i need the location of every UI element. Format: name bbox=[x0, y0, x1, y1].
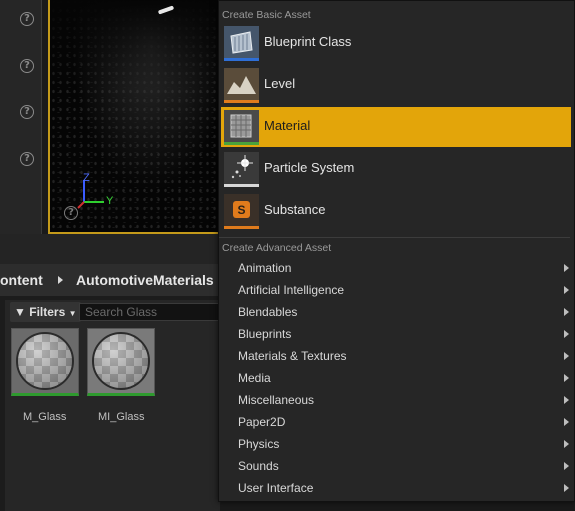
menu-item-level[interactable]: Level bbox=[221, 65, 571, 105]
menu-item-particle-system[interactable]: Particle System bbox=[221, 149, 571, 189]
submenu-arrow-icon bbox=[564, 462, 569, 470]
filters-button[interactable]: ▼ Filters ▼ bbox=[10, 302, 81, 322]
chevron-down-icon: ▼ bbox=[68, 309, 77, 318]
submenu-arrow-icon bbox=[564, 352, 569, 360]
menu-item-label: Materials & Textures bbox=[238, 349, 347, 363]
menu-item-user-interface[interactable]: User Interface bbox=[221, 477, 571, 499]
axis-y-label: Y bbox=[106, 195, 114, 207]
menu-item-label: Material bbox=[264, 118, 311, 133]
viewport-help-icon[interactable]: ? bbox=[64, 206, 78, 220]
substance-icon: S bbox=[224, 194, 259, 229]
menu-item-substance[interactable]: S Substance bbox=[221, 191, 571, 231]
level-icon bbox=[224, 68, 259, 103]
breadcrumb-item-automotive-materials[interactable]: AutomotiveMaterials bbox=[76, 272, 214, 288]
menu-item-label: Particle System bbox=[264, 160, 355, 175]
material-thumbnail bbox=[16, 332, 74, 390]
submenu-arrow-icon bbox=[564, 330, 569, 338]
menu-item-label: Blueprint Class bbox=[264, 34, 352, 49]
submenu-arrow-icon bbox=[564, 418, 569, 426]
menu-item-label: Miscellaneous bbox=[238, 393, 315, 407]
axis-gizmo-icon bbox=[77, 180, 104, 209]
menu-item-label: Level bbox=[264, 76, 296, 91]
filter-icon: ▼ bbox=[14, 305, 26, 319]
asset-label: MI_Glass bbox=[98, 411, 145, 423]
material-instance-thumbnail bbox=[92, 332, 150, 390]
breadcrumb-item-content[interactable]: ontent bbox=[0, 272, 43, 288]
search-input[interactable]: Search Glass bbox=[79, 303, 220, 321]
menu-item-label: Animation bbox=[238, 261, 292, 275]
help-icon[interactable]: ? bbox=[20, 105, 34, 119]
filters-label: Filters bbox=[29, 305, 66, 319]
menu-divider bbox=[219, 237, 570, 238]
help-icon[interactable]: ? bbox=[20, 12, 34, 26]
submenu-arrow-icon bbox=[564, 374, 569, 382]
menu-item-label: Substance bbox=[264, 202, 326, 217]
submenu-arrow-icon bbox=[564, 264, 569, 272]
submenu-arrow-icon bbox=[564, 308, 569, 316]
menu-item-media[interactable]: Media bbox=[221, 367, 571, 389]
menu-item-label: Sounds bbox=[238, 459, 279, 473]
menu-item-label: Artificial Intelligence bbox=[238, 283, 345, 297]
menu-item-label: User Interface bbox=[238, 481, 314, 495]
menu-item-label: Blueprints bbox=[238, 327, 292, 341]
menu-item-animation[interactable]: Animation bbox=[221, 257, 571, 279]
menu-item-blueprint-class[interactable]: Blueprint Class bbox=[221, 23, 571, 63]
breadcrumb: ontent AutomotiveMaterials bbox=[0, 264, 220, 296]
material-icon bbox=[224, 110, 259, 145]
basic-asset-header: Create Basic Asset bbox=[222, 9, 311, 21]
menu-item-label: Blendables bbox=[238, 305, 298, 319]
blueprint-class-icon bbox=[224, 26, 259, 61]
menu-item-miscellaneous[interactable]: Miscellaneous bbox=[221, 389, 571, 411]
asset-tile[interactable] bbox=[11, 328, 79, 396]
menu-item-material[interactable]: Material bbox=[221, 107, 571, 147]
help-icon[interactable]: ? bbox=[20, 59, 34, 73]
menu-item-materials-textures[interactable]: Materials & Textures bbox=[221, 345, 571, 367]
menu-item-sounds[interactable]: Sounds bbox=[221, 455, 571, 477]
menu-item-label: Media bbox=[238, 371, 271, 385]
create-asset-menu: Create Basic Asset Blueprint Class Level bbox=[218, 0, 575, 502]
menu-item-artificial-intelligence[interactable]: Artificial Intelligence bbox=[221, 279, 571, 301]
details-panel: ? ? ? ? bbox=[0, 0, 42, 234]
asset-tile[interactable] bbox=[87, 328, 155, 396]
submenu-arrow-icon bbox=[564, 286, 569, 294]
submenu-arrow-icon bbox=[564, 396, 569, 404]
asset-label: M_Glass bbox=[23, 411, 67, 423]
help-icon[interactable]: ? bbox=[20, 152, 34, 166]
breadcrumb-separator-icon bbox=[58, 276, 63, 284]
advanced-asset-header: Create Advanced Asset bbox=[222, 242, 332, 254]
menu-item-blueprints[interactable]: Blueprints bbox=[221, 323, 571, 345]
svg-text:S: S bbox=[237, 203, 245, 217]
axis-z-label: Z bbox=[83, 172, 90, 184]
content-browser: ▼ Filters ▼ Search Glass M_Glass MI_Glas… bbox=[0, 296, 220, 511]
preview-viewport[interactable]: Z Y ? bbox=[48, 0, 220, 234]
submenu-arrow-icon bbox=[564, 484, 569, 492]
particle-system-icon bbox=[224, 152, 259, 187]
menu-item-paper2d[interactable]: Paper2D bbox=[221, 411, 571, 433]
menu-item-physics[interactable]: Physics bbox=[221, 433, 571, 455]
submenu-arrow-icon bbox=[564, 440, 569, 448]
menu-item-label: Paper2D bbox=[238, 415, 286, 429]
menu-item-label: Physics bbox=[238, 437, 280, 451]
menu-item-blendables[interactable]: Blendables bbox=[221, 301, 571, 323]
